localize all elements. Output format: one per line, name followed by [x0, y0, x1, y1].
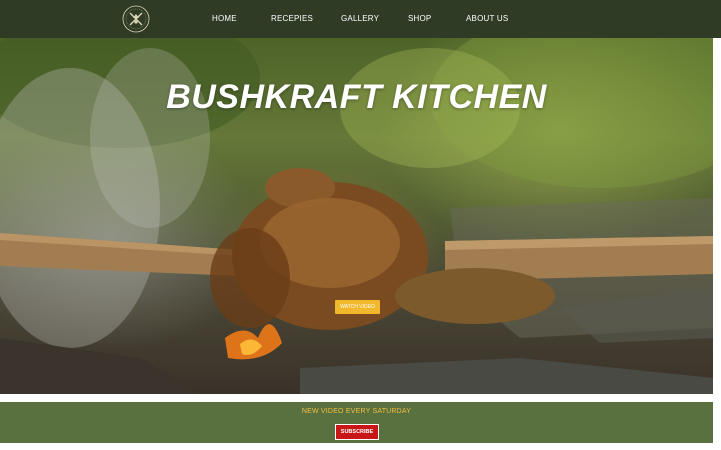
nav-gallery[interactable]: GALLERY — [341, 0, 379, 38]
new-video-notice: NEW VIDEO EVERY SATURDAY — [301, 408, 412, 415]
nav-home[interactable]: HOME — [212, 0, 237, 38]
nav-shop[interactable]: SHOP — [408, 0, 431, 38]
watch-video-button[interactable]: WATCH VIDEO — [335, 300, 380, 314]
nav-about-us[interactable]: ABOUT US — [466, 0, 508, 38]
nav-recepies[interactable]: RECEPIES — [271, 0, 313, 38]
subscribe-band: NEW VIDEO EVERY SATURDAY SUBSCRIBE — [0, 402, 713, 443]
hero-video[interactable]: BUSHKRAFT KITCHEN WATCH VIDEO — [0, 38, 713, 394]
page-edge — [713, 38, 721, 394]
top-nav: HOME RECEPIES GALLERY SHOP ABOUT US — [0, 0, 721, 38]
subscribe-button[interactable]: SUBSCRIBE — [335, 424, 379, 440]
bushkraft-logo-icon[interactable] — [121, 4, 151, 34]
hero-title: BUSHKRAFT KITCHEN — [166, 78, 547, 116]
